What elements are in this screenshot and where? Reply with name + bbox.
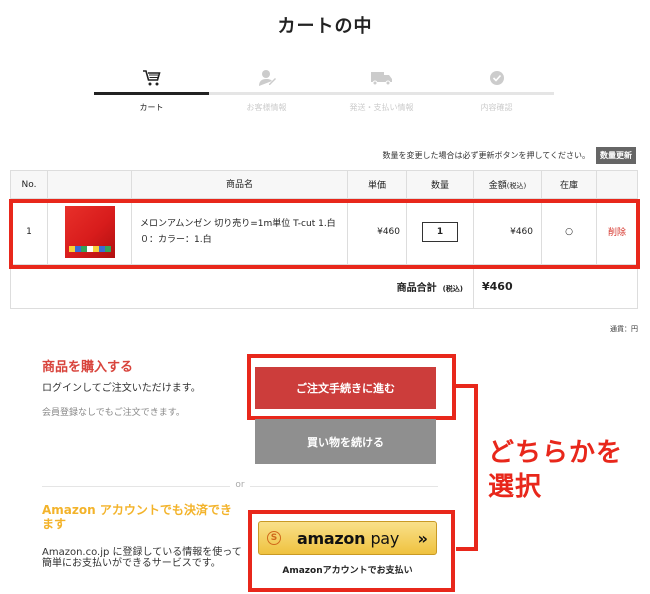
header-amount-label: 金額 [488,181,507,191]
header-stock: 在庫 [541,170,597,199]
step-customer: お客様情報 [209,66,324,112]
amazon-desc: Amazon.co.jp に登録している情報を使って簡単にお支払いができるサービ… [42,547,242,569]
row-amount: ¥460 [473,198,542,265]
product-thumbnail[interactable] [64,205,115,258]
header-delete [596,170,638,199]
cart-icon [94,66,209,90]
product-option: ０：カラー：1.白 [140,234,212,245]
truck-icon [324,66,439,90]
page-title: カートの中 [277,16,373,37]
total-label: 商品合計 [396,283,437,294]
header-image [47,170,132,199]
row-qty-cell: 1 [406,198,474,265]
step-bar [324,92,439,95]
order-highlight-box [247,354,456,420]
row-name-cell: メロンアムンゼン 切り売り=1m単位 T-cut 1.白 ０：カラー：1.白 [131,198,348,265]
cart-table: No. 商品名 単価 数量 金額(税込) 在庫 1 メロンアムンゼン 切り売り=… [10,170,638,309]
step-cart: カート [94,66,209,112]
purchase-title: 商品を購入する [42,360,134,375]
user-icon [209,66,324,90]
step-label: 発送・支払い情報 [349,103,414,112]
step-bar [439,92,554,95]
qty-update-notice: 数量を変更した場合は必ず更新ボタンを押してください。 数量更新 [382,147,636,164]
total-row: 商品合計 (税込) ¥460 [10,264,638,309]
row-image-cell [47,198,132,265]
step-bar [209,92,324,95]
row-price: ¥460 [347,198,407,265]
purchase-desc: ログインしてご注文いただけます。 [42,383,201,394]
callout-line1: どちらかを [488,438,624,468]
notice-text: 数量を変更した場合は必ず更新ボタンを押してください。 [382,151,590,160]
total-label-cell: 商品合計 (税込) [10,264,474,309]
header-unit-price: 単価 [347,170,407,199]
header-no: No. [10,170,48,199]
currency-note: 通貨：円 [610,325,638,333]
continue-shopping-button[interactable]: 買い物を続ける [255,419,436,464]
or-text: or [230,480,250,490]
step-shipping: 発送・支払い情報 [324,66,439,112]
callout-text: どちらかを 選択 [488,436,623,504]
table-row: 1 メロンアムンゼン 切り売り=1m単位 T-cut 1.白 ０：カラー：1.白… [10,198,638,265]
purchase-sub: 会員登録なしでもご注文できます。 [42,408,185,418]
amazon-title: Amazon アカウントでも決済できます [42,503,232,531]
product-name[interactable]: メロンアムンゼン 切り売り=1m単位 T-cut 1.白 [140,216,339,232]
header-name: 商品名 [131,170,348,199]
table-header-row: No. 商品名 単価 数量 金額(税込) 在庫 [10,170,638,199]
header-amount-note: (税込) [506,182,527,190]
callout-bracket [456,384,478,551]
update-qty-button[interactable]: 数量更新 [596,147,636,164]
step-bar [94,92,209,95]
checkout-steps: カート お客様情報 発送・支払い情報 内容確認 [94,66,554,116]
row-no: 1 [10,198,48,265]
step-label: 内容確認 [480,103,513,112]
callout-line2: 選択 [488,472,543,502]
total-value: ¥460 [473,264,638,309]
total-note: (税込) [442,285,463,293]
amazon-highlight-box [248,510,455,592]
step-label: お客様情報 [246,103,287,112]
row-stock: ○ [541,198,597,265]
header-qty: 数量 [406,170,474,199]
header-amount: 金額(税込) [473,170,542,199]
delete-link[interactable]: 削除 [596,198,638,265]
step-confirm: 内容確認 [439,66,554,112]
check-icon [439,66,554,90]
quantity-input[interactable]: 1 [422,221,458,242]
step-label: カート [139,103,164,112]
